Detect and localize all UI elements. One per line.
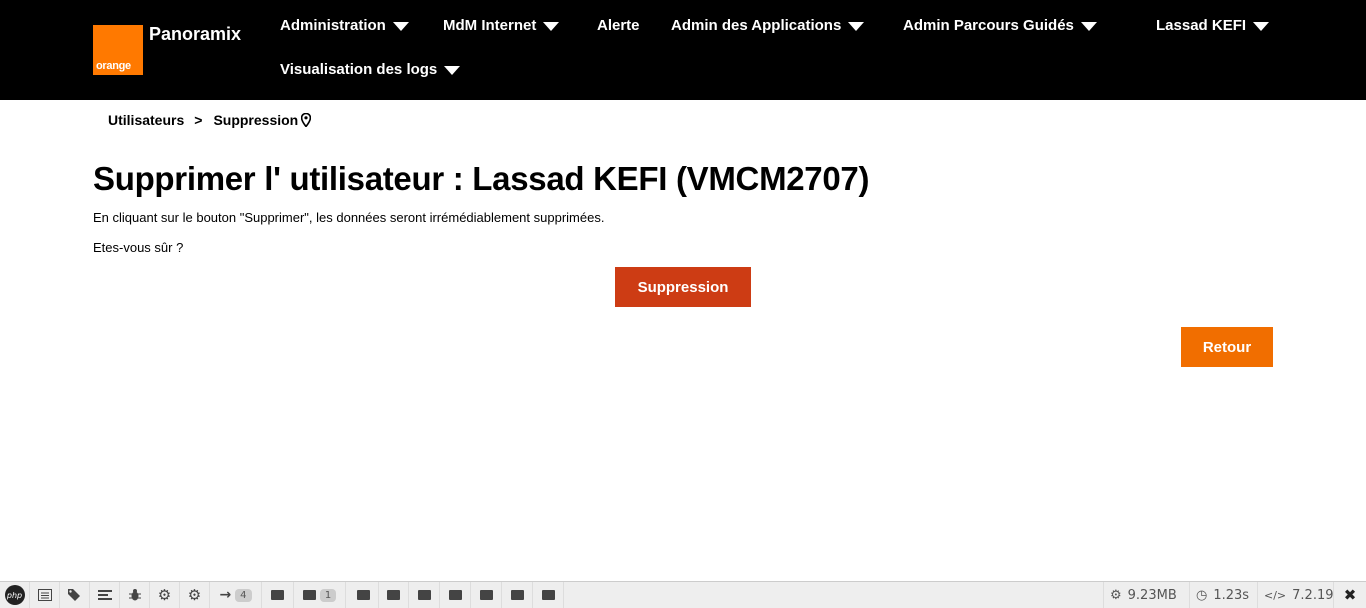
nav-alerte[interactable]: Alerte: [597, 17, 640, 34]
brand-name[interactable]: Panoramix: [149, 24, 241, 45]
nav-mdm-internet[interactable]: MdM Internet: [443, 17, 560, 34]
briefcase-icon: [302, 590, 316, 600]
briefcase-tab-7[interactable]: [471, 582, 502, 608]
confirm-text: Etes-vous sûr ?: [93, 240, 184, 255]
briefcase-tab-8[interactable]: [502, 582, 533, 608]
tags-icon: [67, 589, 80, 601]
nav-admin-parcours[interactable]: Admin Parcours Guidés: [903, 17, 1097, 34]
nav-user-menu[interactable]: Lassad KEFI: [1156, 17, 1270, 34]
briefcase-icon: [510, 590, 524, 600]
arrow-right-icon: →: [219, 587, 232, 603]
close-icon: ✖: [1343, 586, 1357, 604]
caret-down-icon: [848, 21, 865, 31]
nav-logs[interactable]: Visualisation des logs: [280, 61, 461, 78]
nav-admin-applications-label: Admin des Applications: [671, 17, 842, 34]
gear-icon: ⚙: [187, 586, 202, 604]
briefcase-icon: [357, 590, 370, 600]
clock-icon: ◷: [1196, 587, 1208, 603]
page-title: Supprimer l' utilisateur : Lassad KEFI (…: [93, 160, 870, 197]
views-count-badge: 1: [319, 588, 337, 602]
gear-icon: ⚙: [157, 586, 172, 604]
code-icon: </>: [1264, 588, 1287, 602]
logo-text: orange: [96, 60, 131, 72]
exceptions-tab[interactable]: [120, 582, 150, 608]
php-icon: php: [4, 585, 25, 605]
nav-alerte-label: Alerte: [597, 17, 640, 34]
time-indicator: ◷ 1.23s: [1189, 582, 1257, 608]
briefcase-tab-4[interactable]: [379, 582, 409, 608]
views-tab[interactable]: 1: [294, 582, 346, 608]
nav-admin-parcours-label: Admin Parcours Guidés: [903, 17, 1074, 34]
briefcase-icon: [541, 590, 555, 600]
caret-down-icon: [1080, 21, 1097, 31]
breadcrumb-suppression: Suppression: [213, 112, 299, 128]
nav-administration[interactable]: Administration: [280, 17, 409, 34]
caret-down-icon: [444, 65, 461, 75]
caret-down-icon: [392, 21, 409, 31]
briefcase-icon: [271, 590, 284, 600]
debug-bar: php ⚙ ⚙ → 4 1 ⚙ 9.23MB ◷ 1.23s </> 7.2.1: [0, 581, 1366, 608]
close-debugbar-button[interactable]: ✖: [1333, 582, 1366, 608]
breadcrumb-separator: >: [194, 112, 203, 128]
caret-down-icon: [543, 21, 560, 31]
briefcase-icon: [448, 590, 462, 600]
nav-mdm-internet-label: MdM Internet: [443, 17, 537, 34]
version-indicator: </> 7.2.19: [1257, 582, 1334, 608]
briefcase-icon: [479, 590, 493, 600]
bug-icon: [128, 589, 141, 601]
map-pin-icon: [301, 113, 312, 127]
briefcase-tab-5[interactable]: [409, 582, 440, 608]
version-value: 7.2.19: [1292, 587, 1334, 603]
nav-logs-label: Visualisation des logs: [280, 61, 438, 78]
top-navbar: orange Panoramix Administration MdM Inte…: [0, 0, 1366, 100]
timeline-tab[interactable]: [90, 582, 120, 608]
breadcrumb: Utilisateurs > Suppression: [108, 112, 312, 128]
warning-text: En cliquant sur le bouton "Supprimer", l…: [93, 210, 605, 225]
memory-indicator: ⚙ 9.23MB: [1103, 582, 1187, 608]
back-button[interactable]: Retour: [1181, 327, 1273, 367]
briefcase-icon: [417, 590, 431, 600]
briefcase-tab-1[interactable]: [262, 582, 294, 608]
messages-tab[interactable]: [30, 582, 60, 608]
nav-admin-applications[interactable]: Admin des Applications: [671, 17, 865, 34]
config-tab[interactable]: ⚙: [150, 582, 180, 608]
briefcase-tab-6[interactable]: [440, 582, 471, 608]
php-logo-button[interactable]: php: [0, 582, 30, 608]
breadcrumb-utilisateurs[interactable]: Utilisateurs: [108, 112, 184, 128]
time-value: 1.23s: [1213, 587, 1250, 603]
route-tab[interactable]: → 4: [210, 582, 262, 608]
nav-user-label: Lassad KEFI: [1156, 17, 1247, 34]
cogs-icon: ⚙: [1110, 587, 1122, 603]
orange-logo[interactable]: orange: [93, 25, 143, 75]
timeline-icon: [97, 590, 112, 600]
route-count-badge: 4: [235, 588, 252, 602]
tags-tab[interactable]: [60, 582, 90, 608]
memory-value: 9.23MB: [1127, 587, 1177, 603]
briefcase-icon: [387, 590, 400, 600]
list-icon: [37, 589, 52, 601]
briefcase-tab-3[interactable]: [349, 582, 379, 608]
caret-down-icon: [1253, 21, 1270, 31]
briefcase-tab-9[interactable]: [533, 582, 564, 608]
nav-administration-label: Administration: [280, 17, 386, 34]
delete-button[interactable]: Suppression: [615, 267, 751, 307]
session-tab[interactable]: ⚙: [180, 582, 210, 608]
